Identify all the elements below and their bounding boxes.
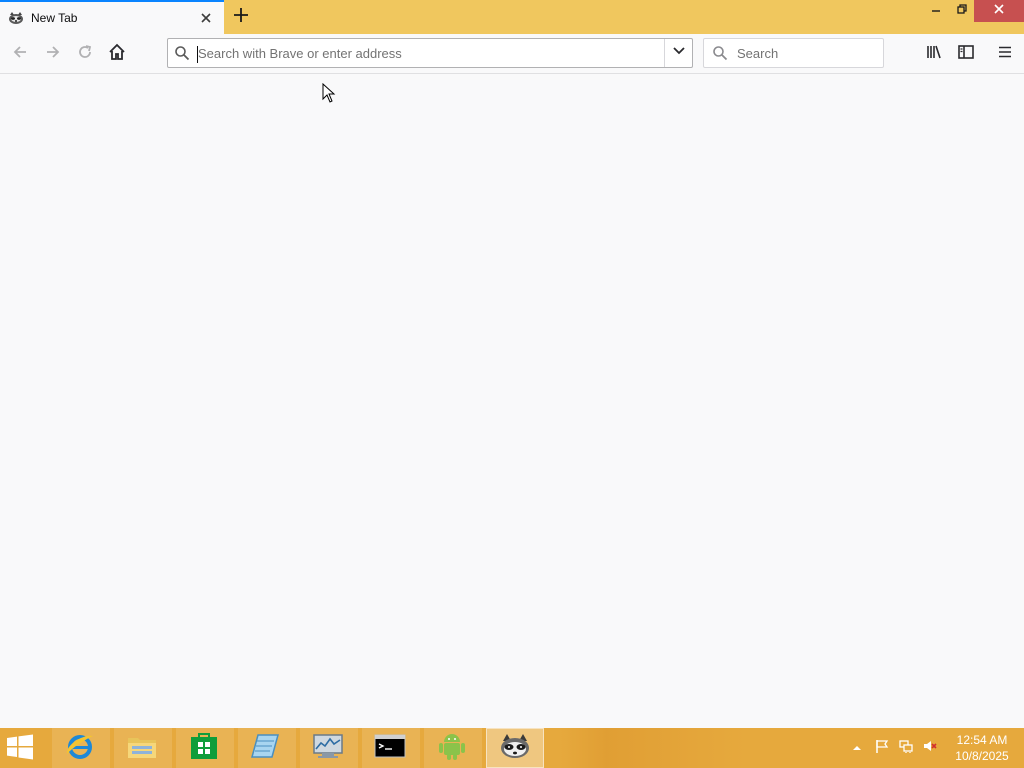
notepad-icon — [250, 731, 282, 766]
action-center-button[interactable] — [872, 728, 892, 768]
taskbar-internet-explorer[interactable] — [52, 728, 110, 768]
folder-icon — [126, 732, 158, 765]
speaker-muted-icon — [922, 738, 938, 759]
restore-button[interactable] — [950, 0, 974, 22]
taskbar-android[interactable] — [424, 728, 482, 768]
flag-icon — [874, 738, 890, 759]
windows-logo-icon — [6, 734, 34, 764]
close-icon[interactable] — [199, 11, 213, 25]
store-icon — [189, 731, 219, 766]
taskbar-command-prompt[interactable] — [362, 728, 420, 768]
network-icon — [898, 738, 914, 759]
plus-icon — [233, 7, 249, 28]
hamburger-menu-icon — [997, 44, 1013, 65]
new-tab-button[interactable] — [229, 5, 253, 29]
terminal-icon — [374, 732, 406, 765]
restore-icon — [956, 2, 968, 20]
page-content[interactable] — [0, 74, 1024, 728]
library-button[interactable] — [920, 40, 948, 68]
mouse-cursor-icon — [322, 82, 336, 103]
reload-icon — [76, 43, 94, 66]
chevron-up-icon — [852, 739, 862, 757]
forward-arrow-icon — [44, 43, 62, 66]
search-input[interactable] — [735, 43, 875, 63]
title-bar: New Tab — [0, 0, 1024, 34]
system-clock[interactable]: 12:54 AM 10/8/2025 — [946, 732, 1018, 766]
back-arrow-icon — [11, 43, 29, 66]
taskbar-browser[interactable] — [486, 728, 544, 768]
tab-title: New Tab — [31, 11, 78, 25]
show-hidden-icons-button[interactable] — [848, 728, 866, 768]
start-button[interactable] — [6, 734, 42, 762]
taskbar-task-manager[interactable] — [300, 728, 358, 768]
clock-time: 12:54 AM — [956, 733, 1008, 747]
text-caret — [197, 46, 198, 63]
taskbar: 12:54 AM 10/8/2025 — [0, 728, 1024, 768]
close-icon — [993, 2, 1005, 20]
sidebar-icon — [957, 43, 975, 66]
sidebar-button[interactable] — [952, 40, 980, 68]
home-icon — [108, 43, 126, 66]
taskbar-notepad[interactable] — [238, 728, 296, 768]
address-bar[interactable] — [167, 38, 693, 68]
home-button[interactable] — [103, 40, 131, 68]
url-input[interactable] — [196, 43, 656, 63]
network-button[interactable] — [896, 728, 916, 768]
tab-new-tab[interactable]: New Tab — [0, 0, 224, 34]
nav-toolbar — [0, 34, 1024, 74]
clock-date: 10/8/2025 — [955, 749, 1009, 763]
minimize-button[interactable] — [922, 0, 950, 22]
raccoon-icon — [499, 731, 531, 766]
url-dropdown-button[interactable] — [664, 39, 692, 67]
volume-button[interactable] — [920, 728, 940, 768]
search-icon — [712, 45, 728, 61]
search-icon — [174, 45, 190, 61]
back-button[interactable] — [6, 40, 34, 68]
raccoon-icon — [8, 10, 24, 26]
minimize-icon — [930, 2, 942, 20]
search-bar[interactable] — [703, 38, 884, 68]
taskbar-store[interactable] — [176, 728, 234, 768]
taskbar-file-explorer[interactable] — [114, 728, 172, 768]
reload-button[interactable] — [71, 40, 99, 68]
window-close-button[interactable] — [974, 0, 1024, 22]
library-icon — [925, 43, 943, 66]
internet-explorer-icon — [64, 730, 96, 767]
monitor-icon — [312, 731, 344, 766]
menu-button[interactable] — [991, 40, 1019, 68]
forward-button[interactable] — [39, 40, 67, 68]
android-icon — [437, 730, 467, 767]
chevron-down-icon — [672, 44, 686, 63]
